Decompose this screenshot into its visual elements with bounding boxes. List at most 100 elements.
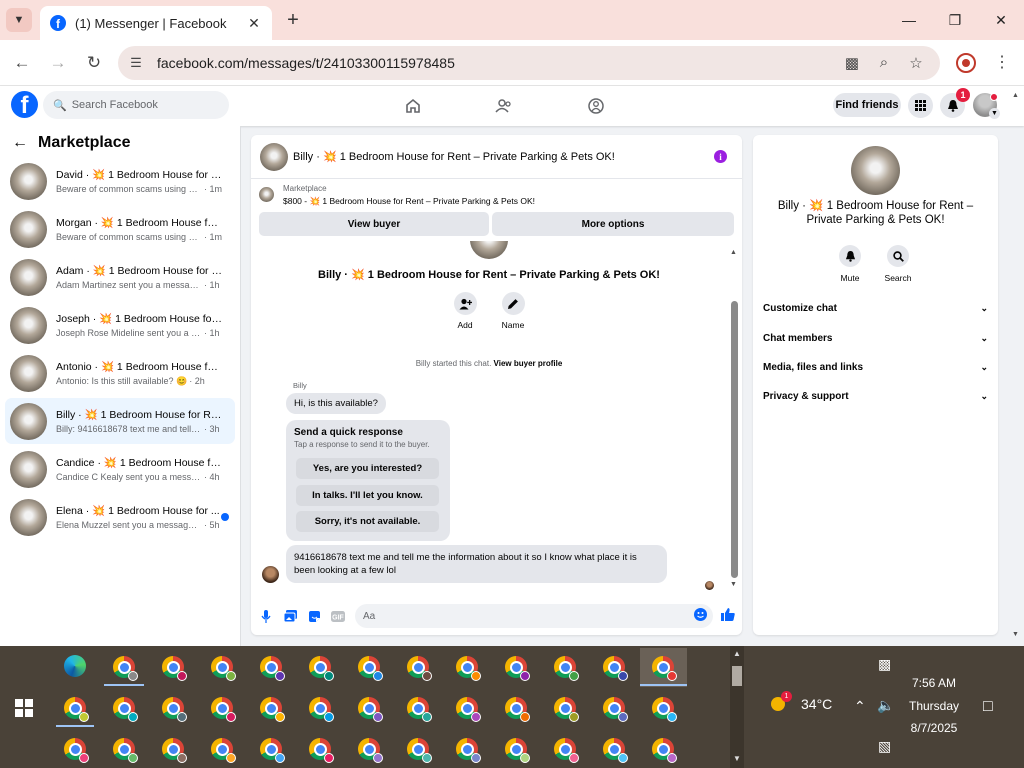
chrome-taskbar-icon[interactable]	[257, 653, 285, 681]
restore-button[interactable]: ❐	[932, 8, 978, 32]
forward-button[interactable]: →	[45, 50, 71, 76]
speaker-icon[interactable]: 🔈	[877, 697, 894, 714]
conversation-candice[interactable]: Candice · 💥 1 Bedroom House for... Candi…	[5, 446, 235, 492]
facebook-logo-icon[interactable]: f	[11, 91, 38, 118]
edge-taskbar-icon[interactable]	[61, 652, 89, 680]
reload-button[interactable]: ↻	[81, 50, 107, 76]
facebook-search-input[interactable]	[71, 99, 222, 111]
chrome-taskbar-icon[interactable]	[600, 735, 628, 763]
quick-response-sorry[interactable]: Sorry, it's not available.	[296, 511, 439, 532]
minimize-button[interactable]: —	[886, 8, 932, 32]
media-files-links-row[interactable]: Media, files and links ⌄	[763, 357, 988, 377]
zoom-icon[interactable]: ⌕	[874, 54, 894, 72]
chrome-taskbar-icon[interactable]	[404, 694, 432, 722]
install-app-icon[interactable]: ▩	[842, 54, 862, 72]
taskbar-scroll-up-arrow[interactable]: ▲	[733, 649, 741, 658]
windows-start-icon[interactable]	[15, 699, 33, 717]
message-input[interactable]	[363, 610, 683, 622]
chrome-taskbar-icon[interactable]	[453, 653, 481, 681]
chrome-taskbar-icon[interactable]	[551, 694, 579, 722]
chrome-taskbar-icon[interactable]	[355, 694, 383, 722]
chrome-taskbar-icon[interactable]	[649, 694, 677, 722]
chrome-taskbar-icon[interactable]	[502, 735, 530, 763]
clock-day[interactable]: Thursday	[900, 699, 968, 713]
browser-tab-messenger[interactable]: f (1) Messenger | Facebook ✕	[40, 6, 272, 40]
search-button[interactable]: Search	[878, 245, 918, 283]
chrome-taskbar-icon[interactable]	[61, 735, 89, 763]
message-input-box[interactable]	[355, 604, 713, 628]
name-action[interactable]: Name	[488, 292, 538, 330]
listing-title[interactable]: $800 - 💥 1 Bedroom House for Rent – Priv…	[283, 196, 535, 207]
chrome-taskbar-icon[interactable]	[453, 694, 481, 722]
chrome-taskbar-icon[interactable]	[208, 694, 236, 722]
conversation-antonio[interactable]: Antonio · 💥 1 Bedroom House for... Anton…	[5, 350, 235, 396]
chrome-taskbar-icon[interactable]	[61, 694, 89, 722]
chrome-taskbar-icon[interactable]	[453, 735, 481, 763]
chrome-taskbar-icon[interactable]	[306, 653, 334, 681]
chrome-taskbar-icon[interactable]	[110, 694, 138, 722]
page-scroll-down-arrow[interactable]: ▼	[1012, 631, 1019, 638]
chrome-taskbar-icon[interactable]	[502, 653, 530, 681]
chrome-taskbar-icon[interactable]	[551, 653, 579, 681]
taskbar-scroll-down-arrow[interactable]: ▼	[733, 754, 741, 763]
groups-icon[interactable]	[586, 96, 606, 116]
browser-menu-icon[interactable]: ⋮	[994, 52, 1010, 74]
chrome-taskbar-icon[interactable]	[110, 653, 138, 681]
gif-icon[interactable]: GIF	[331, 609, 345, 623]
chrome-taskbar-icon[interactable]	[159, 694, 187, 722]
chat-members-row[interactable]: Chat members ⌄	[763, 328, 988, 348]
info-icon[interactable]: i	[714, 150, 727, 163]
new-tab-button[interactable]: +	[282, 9, 304, 31]
chevron-up-icon[interactable]: ⌃	[854, 698, 866, 715]
chrome-taskbar-icon[interactable]	[306, 735, 334, 763]
close-tab-icon[interactable]: ✕	[246, 15, 262, 32]
message-bubble[interactable]: 9416618678 text me and tell me the infor…	[286, 545, 667, 583]
tab-search-button[interactable]: ▼	[6, 8, 32, 32]
privacy-support-row[interactable]: Privacy & support ⌄	[763, 386, 988, 406]
chrome-taskbar-icon[interactable]	[355, 735, 383, 763]
conversation-joseph[interactable]: Joseph · 💥 1 Bedroom House for ... Josep…	[5, 302, 235, 348]
microphone-icon[interactable]	[259, 609, 273, 623]
chrome-taskbar-icon[interactable]	[208, 653, 236, 681]
menu-grid-button[interactable]	[908, 93, 933, 118]
back-arrow-icon[interactable]: ←	[12, 134, 28, 152]
photo-icon[interactable]	[283, 609, 297, 623]
chrome-taskbar-icon[interactable]	[159, 735, 187, 763]
chrome-taskbar-icon[interactable]	[355, 653, 383, 681]
close-window-button[interactable]: ✕	[978, 8, 1024, 32]
find-friends-button[interactable]: Find friends	[833, 93, 901, 117]
sender-avatar[interactable]	[262, 566, 279, 583]
chrome-taskbar-icon[interactable]	[649, 735, 677, 763]
avatar[interactable]	[260, 142, 288, 171]
message-bubble[interactable]: Hi, is this available?	[286, 393, 386, 414]
view-buyer-profile-link[interactable]: View buyer profile	[494, 359, 563, 368]
avatar[interactable]	[851, 146, 900, 195]
chat-scroll-up-arrow[interactable]: ▲	[730, 249, 737, 256]
listing-thumbnail[interactable]	[259, 187, 274, 202]
meet-now-icon[interactable]: ▩	[878, 656, 891, 673]
home-icon[interactable]	[403, 96, 423, 116]
back-button[interactable]: ←	[9, 50, 35, 76]
chat-scroll-down-arrow[interactable]: ▼	[730, 581, 737, 588]
page-scroll-up-arrow[interactable]: ▲	[1012, 92, 1019, 99]
chrome-taskbar-icon[interactable]	[208, 735, 236, 763]
facebook-search[interactable]: 🔍	[43, 91, 229, 119]
network-icon[interactable]: ▧	[878, 738, 891, 755]
customize-chat-row[interactable]: Customize chat ⌄	[763, 298, 988, 318]
mute-button[interactable]: Mute	[830, 245, 870, 283]
notification-center-icon[interactable]: □	[983, 698, 993, 716]
taskbar-scroll-thumb[interactable]	[732, 666, 742, 686]
chat-scrollbar-thumb[interactable]	[731, 301, 738, 578]
conversation-elena[interactable]: Elena · 💥 1 Bedroom House for ... Elena …	[5, 494, 235, 540]
bookmark-star-icon[interactable]: ☆	[906, 54, 926, 72]
conversation-billy[interactable]: Billy · 💥 1 Bedroom House for Re... Bill…	[5, 398, 235, 444]
clock-time[interactable]: 7:56 AM	[900, 676, 968, 690]
quick-response-in-talks[interactable]: In talks. I'll let you know.	[296, 485, 439, 506]
conversation-morgan[interactable]: Morgan · 💥 1 Bedroom House for... Beware…	[5, 206, 235, 252]
site-settings-icon[interactable]: ☰	[128, 55, 144, 71]
address-bar[interactable]: ☰ facebook.com/messages/t/24103300115978…	[118, 46, 940, 80]
chrome-taskbar-icon[interactable]	[159, 653, 187, 681]
account-chevron-icon[interactable]: ▼	[989, 108, 1000, 119]
conversation-david[interactable]: David · 💥 1 Bedroom House for R... Bewar…	[5, 158, 235, 204]
chrome-taskbar-icon[interactable]	[110, 735, 138, 763]
